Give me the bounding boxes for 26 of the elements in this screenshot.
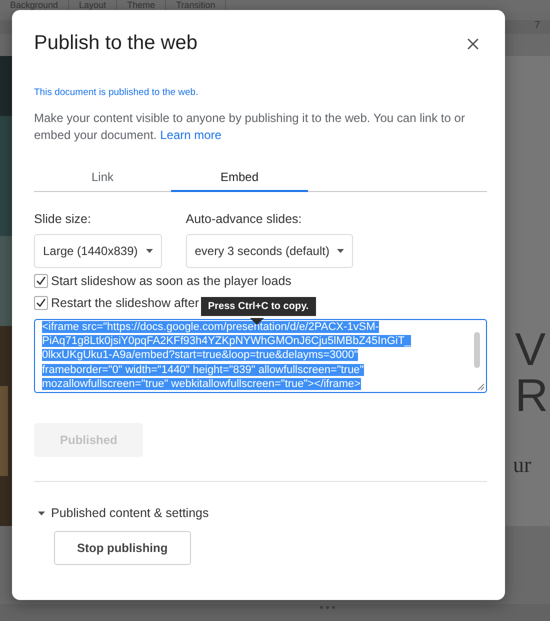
slide-text: V [514,326,547,372]
checkbox-label: Start slideshow as soon as the player loads [51,274,292,288]
checkbox-label: Restart the slideshow after [51,296,199,310]
dropdown[interactable]: Large (1440x839) [34,234,162,268]
scrollbar-thumb[interactable] [474,332,480,368]
stop-publishing-button[interactable]: Stop publishing [54,531,191,565]
dialog-title: Publish to the web [34,32,198,55]
tab[interactable]: Link [34,164,171,192]
resize-grip-icon[interactable] [477,383,485,391]
embed-code-field[interactable]: <iframe src="https://docs.google.com/presentation/d/e/2PACX-1vSM- PiAq71g8Ltk0jsiY0pqFA2KFf93h4YZKpNYWhGMOnJ6Cju5lMBbZ45InGiT_ 0lkxUKgUku1-A9a/embed?start=true&loop=true&delayms=3000" frameborder="0" width="1440" height="839" allowfullscreen="true" mozallowfullscreen="true" webkitallowfullscreen="true"></iframe> [34,319,487,393]
section-toggle[interactable]: Published content & settings [38,506,209,520]
checkbox[interactable] [34,274,48,288]
caret-icon [146,249,153,253]
field-label: Auto-advance slides: [186,212,303,226]
tab[interactable]: Embed [171,164,308,192]
status-text: This document is published to the web. [34,87,200,98]
tooltip: Press Ctrl+C to copy. [201,297,316,316]
field-label: Slide size: [34,212,92,226]
learn-more-link[interactable]: Learn more [160,128,222,142]
slide-text: ur [512,452,532,478]
description-text: Make your content visible to anyone by publishing it to the web. You can link to or embed your document. Learn more [34,110,466,144]
caret-icon [38,510,45,516]
slide-text: R [514,372,550,418]
checkbox[interactable] [34,296,48,310]
caret-icon [337,249,344,253]
dropdown[interactable]: every 3 seconds (default) [186,234,354,268]
